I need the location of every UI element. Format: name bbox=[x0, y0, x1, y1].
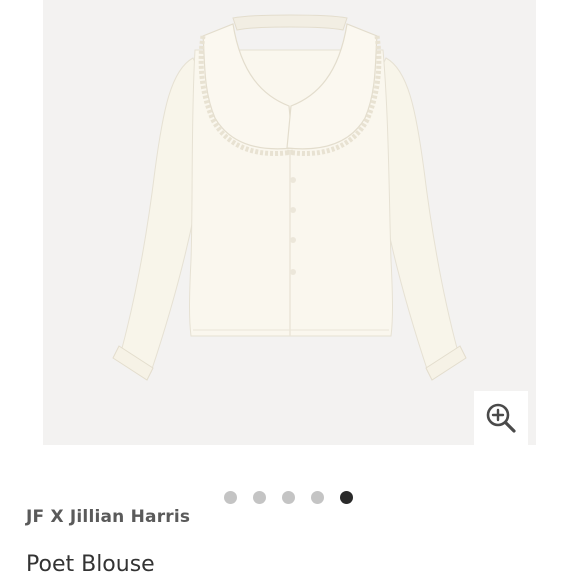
product-title: Poet Blouse bbox=[26, 552, 155, 577]
zoom-in-icon bbox=[486, 403, 516, 433]
product-page: JF X Jillian Harris Poet Blouse bbox=[0, 0, 578, 580]
carousel-dot[interactable] bbox=[340, 490, 353, 504]
carousel-dot[interactable] bbox=[253, 490, 266, 504]
zoom-button[interactable] bbox=[474, 391, 528, 445]
carousel-dot[interactable] bbox=[282, 490, 295, 504]
product-image[interactable] bbox=[43, 0, 536, 445]
carousel-dots bbox=[224, 490, 353, 504]
carousel-dot[interactable] bbox=[224, 490, 237, 504]
carousel-dot[interactable] bbox=[311, 490, 324, 504]
blouse-illustration bbox=[112, 14, 467, 381]
brand-name[interactable]: JF X Jillian Harris bbox=[26, 507, 190, 527]
